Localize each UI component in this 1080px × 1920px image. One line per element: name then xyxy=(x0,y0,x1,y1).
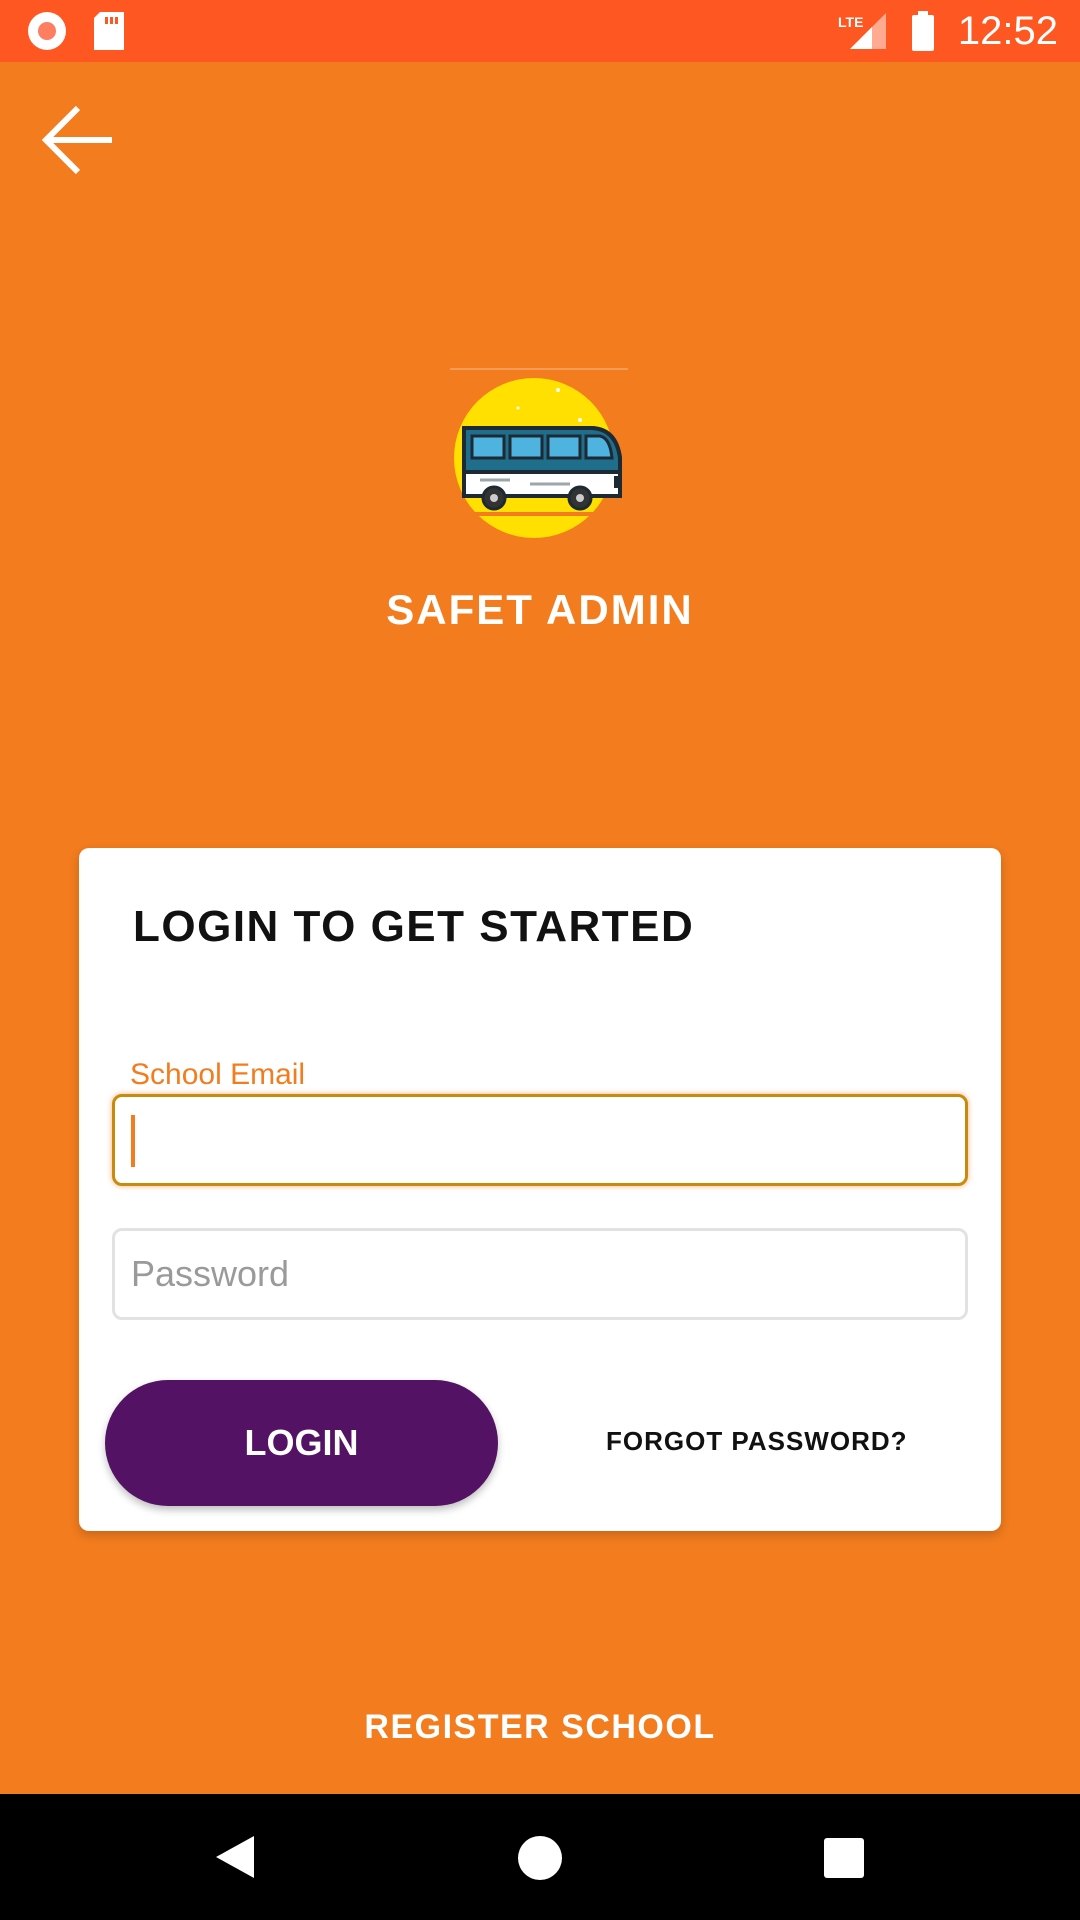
system-nav-bar xyxy=(0,1794,1080,1920)
clock: 12:52 xyxy=(957,9,1058,53)
password-field[interactable]: Password xyxy=(112,1228,968,1320)
signal-icon: LTE xyxy=(838,13,886,49)
back-triangle-icon[interactable] xyxy=(214,1834,256,1880)
login-button[interactable]: LOGIN xyxy=(105,1380,498,1506)
battery-icon xyxy=(911,11,934,51)
back-button[interactable] xyxy=(40,100,120,180)
bus-logo-icon xyxy=(454,378,622,538)
app-logo xyxy=(450,368,630,548)
status-bar-left xyxy=(28,12,124,50)
network-type: LTE xyxy=(838,14,863,30)
recents-square-icon[interactable] xyxy=(824,1838,864,1878)
home-circle-icon[interactable] xyxy=(518,1836,562,1880)
email-field-label: School Email xyxy=(130,1058,306,1091)
arrow-left-icon xyxy=(41,105,112,175)
app-title: SAFET ADMIN xyxy=(386,586,694,633)
status-bar-right: LTE 12:52 xyxy=(838,6,1058,56)
password-placeholder: Password xyxy=(131,1253,290,1294)
sd-card-icon xyxy=(94,12,124,50)
login-card: LOGIN TO GET STARTED School Email Passwo… xyxy=(79,848,1001,1531)
register-school-link[interactable]: REGISTER SCHOOL xyxy=(0,1708,1080,1747)
forgot-password-link[interactable]: FORGOT PASSWORD? xyxy=(606,1426,908,1457)
card-title: LOGIN TO GET STARTED xyxy=(133,902,695,951)
status-bar: LTE 12:52 xyxy=(0,0,1080,62)
record-icon xyxy=(28,12,66,50)
email-field[interactable] xyxy=(112,1094,968,1186)
text-cursor xyxy=(131,1115,135,1167)
